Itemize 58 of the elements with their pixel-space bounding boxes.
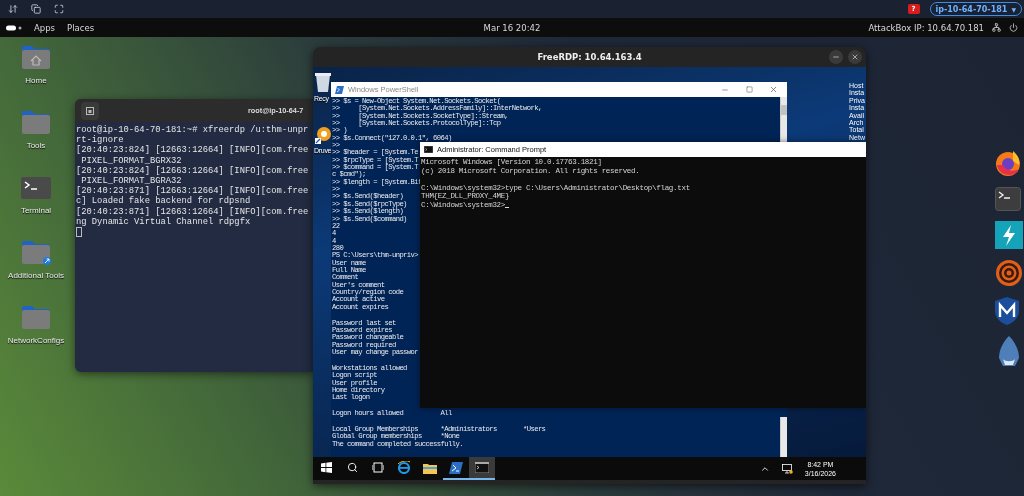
terminal-line: PIXEL_FORMAT_BGRA32 [80,176,182,186]
desktop-icon-label: NetworkConfigs [7,336,65,345]
command-prompt-button[interactable] [469,457,495,480]
terminal-line: rt-ignore [76,135,124,146]
desktop-icon-label: Tools [26,141,46,150]
recycle-bin-icon[interactable] [313,71,332,93]
terminal-line: [20:40:23:824] [12663:12664] [INFO][com.free [76,165,309,176]
network-icon[interactable] [781,463,793,474]
command-prompt-icon [424,146,433,153]
terminal-line: [20:40:23:871] [12663:12664] [INFO][com.free [76,206,309,217]
power-icon[interactable] [1009,23,1018,32]
copy-icon[interactable] [31,4,41,14]
task-view-icon [372,462,384,473]
desktop-icon-label: Terminal [20,206,52,215]
scrollbar[interactable] [780,97,787,142]
browser-icon [397,461,411,474]
cursor [505,206,509,209]
powershell-icon [449,461,463,474]
powershell-icon [335,85,344,94]
clock[interactable]: Mar 16 20:42 [483,22,541,33]
lightning-icon[interactable] [995,221,1023,249]
terminal-line: c] Loaded fake backend for rdpsnd [76,196,251,207]
activities-icon[interactable] [6,24,22,31]
terminal-line: [20:40:23:871] [12663:12664] [INFO][com.free [76,186,309,197]
close-icon [768,85,778,94]
console-icon [475,462,489,473]
cursor [76,227,82,238]
terminal-icon[interactable] [995,187,1021,211]
terminal-line: [20:40:23:824] [12663:12664] [INFO][com.free [76,145,309,156]
target-icon[interactable] [995,259,1023,287]
shield-icon[interactable] [995,297,1019,325]
maximize-icon [745,86,753,93]
network-icon[interactable] [992,23,1001,32]
terminal-icon[interactable] [21,174,51,200]
flame-globe-icon[interactable] [995,149,1021,177]
terminal-menu-button[interactable] [81,101,99,120]
shortcut-icon[interactable] [314,125,331,145]
scrollbar[interactable] [780,417,787,457]
windows-logo-icon [320,462,332,473]
close-button[interactable] [848,50,862,64]
search-icon [346,462,358,473]
close-icon [851,53,859,61]
minimize-icon [832,53,840,61]
desktop-icon-label: Additional Tools [8,271,64,280]
terminal-line: root@ip-10-64-70-181:~# xfreerdp /u:thm-unpr [76,125,309,135]
window-icon [86,106,94,115]
window-title: FreeRDP: 10.64.163.4 [537,52,642,62]
folder-icon [423,461,437,474]
attackbox-ip: AttackBox IP: 10.64.70.181 [868,22,984,33]
apps-menu[interactable]: Apps [34,22,56,33]
fullscreen-icon[interactable] [54,4,64,14]
sort-icon[interactable] [8,4,18,14]
places-menu[interactable]: Places [67,22,95,33]
desktop-icon-label: Home [25,76,47,85]
terminal-line: ng Dynamic Virtual Channel rdpgfx [76,216,251,228]
folder-icon[interactable] [21,44,51,70]
minimize-button[interactable] [829,50,843,64]
terminal-line: PIXEL_FORMAT_BGRX32 [80,155,182,166]
